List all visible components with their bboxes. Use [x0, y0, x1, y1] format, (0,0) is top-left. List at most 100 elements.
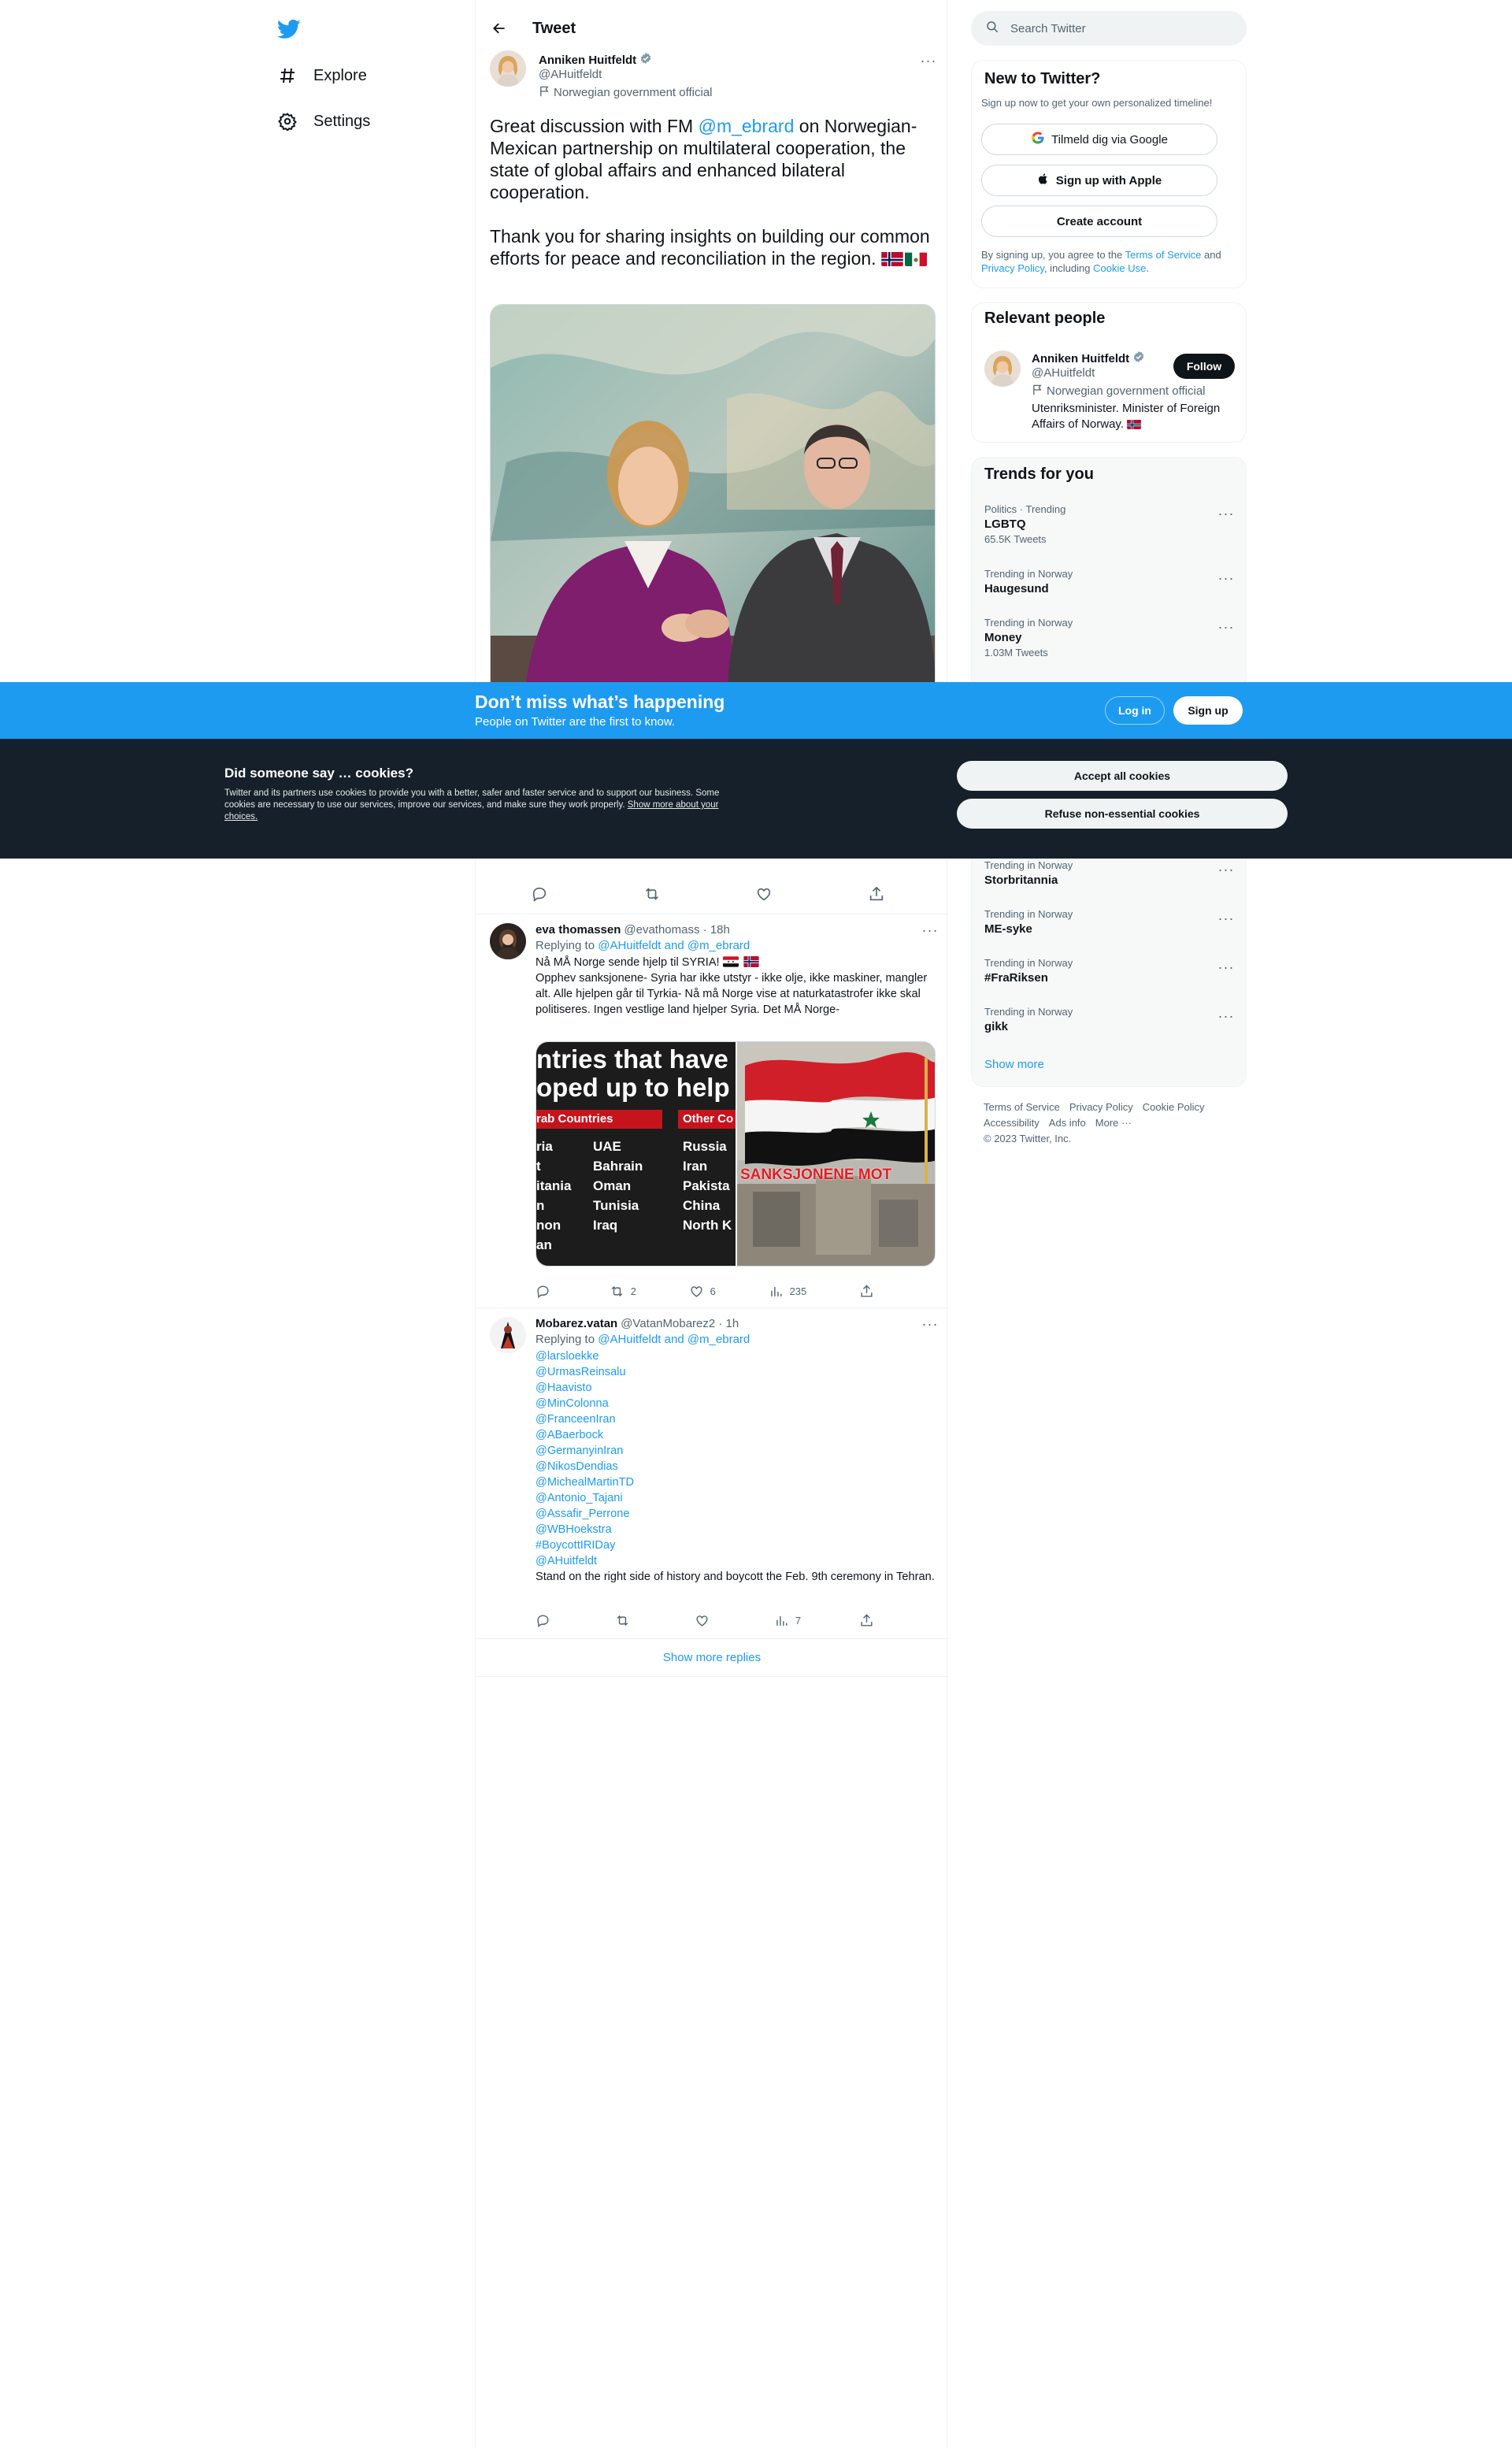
author-handle[interactable]: @AHuitfeldt: [539, 68, 602, 81]
avatar[interactable]: [984, 351, 1021, 387]
more-options-icon[interactable]: ···: [1216, 859, 1236, 880]
views-button[interactable]: 235: [769, 1282, 806, 1300]
media-cell: ria: [536, 1139, 553, 1154]
avatar[interactable]: [490, 1317, 526, 1353]
twitter-logo-icon[interactable]: [276, 17, 306, 41]
footer-ads-link[interactable]: Ads info: [1049, 1115, 1086, 1131]
tweet-photo[interactable]: [490, 304, 936, 714]
follow-button[interactable]: Follow: [1173, 354, 1235, 379]
login-button[interactable]: Log in: [1105, 696, 1165, 725]
retweet-button[interactable]: [643, 885, 661, 903]
like-button[interactable]: [695, 1612, 716, 1629]
reply-meta: @VatanMobarez2 · 1h: [621, 1317, 739, 1330]
more-options-icon[interactable]: ···: [1216, 503, 1236, 524]
reply-button[interactable]: [536, 1282, 557, 1300]
create-account-button[interactable]: Create account: [981, 206, 1217, 237]
mention-link[interactable]: @ABaerbock: [536, 1427, 939, 1443]
like-button[interactable]: [755, 885, 773, 903]
mention-link[interactable]: @Antonio_Tajani: [536, 1490, 939, 1506]
reply-author-name[interactable]: Mobarez.vatan: [536, 1317, 617, 1330]
trend-item[interactable]: Trending in Norway Haugesund ···: [984, 568, 1236, 595]
signup-button[interactable]: Sign up: [1173, 696, 1243, 725]
trend-name: LGBTQ: [984, 517, 1026, 531]
cookie-title: Did someone say … cookies?: [224, 766, 413, 781]
mention-link[interactable]: @GermanyinIran: [536, 1443, 939, 1459]
reply-button[interactable]: [536, 1612, 557, 1629]
more-options-icon[interactable]: ···: [1216, 1006, 1236, 1026]
trend-item[interactable]: Trending in Norway gikk ···: [984, 1006, 1236, 1033]
mention-link[interactable]: @NikosDendias: [536, 1459, 939, 1474]
mention-link[interactable]: @UrmasReinsalu: [536, 1364, 939, 1380]
trends-title: Trends for you: [984, 465, 1094, 483]
mention-link[interactable]: @FranceenIran: [536, 1411, 939, 1427]
replying-to-link[interactable]: @AHuitfeldt and @m_ebrard: [598, 939, 750, 952]
trend-item[interactable]: Trending in Norway Storbritannia ···: [984, 859, 1236, 887]
more-options-icon[interactable]: ···: [1216, 908, 1236, 929]
trend-item[interactable]: Trending in Norway ME-syke ···: [984, 908, 1236, 936]
trend-item[interactable]: Politics · Trending LGBTQ 65.5K Tweets ·…: [984, 503, 1236, 545]
back-arrow-icon[interactable]: [485, 14, 513, 43]
more-options-icon[interactable]: ···: [1216, 957, 1236, 977]
google-signup-button[interactable]: Tilmeld dig via Google: [981, 124, 1217, 155]
footer-terms-link[interactable]: Terms of Service: [984, 1100, 1060, 1115]
more-options-icon[interactable]: ···: [1216, 617, 1236, 637]
footer-privacy-link[interactable]: Privacy Policy: [1069, 1100, 1133, 1115]
avatar[interactable]: [490, 923, 526, 959]
nav-settings[interactable]: Settings: [277, 106, 370, 137]
hashtag-link[interactable]: #BoycottIRIDay: [536, 1537, 939, 1553]
trend-item[interactable]: Trending in Norway Money 1.03M Tweets ··…: [984, 617, 1236, 658]
tweet-text-part: Thank you for sharing insights on buildi…: [490, 226, 930, 269]
relevant-person-name[interactable]: Anniken Huitfeldt: [1032, 351, 1145, 366]
footer-cookie-link[interactable]: Cookie Policy: [1143, 1100, 1205, 1115]
media-headline: ntries that have oped up to help S: [536, 1045, 736, 1102]
apple-signup-button[interactable]: Sign up with Apple: [981, 165, 1217, 196]
reply-author-name[interactable]: eva thomassen: [536, 923, 621, 937]
nav-explore[interactable]: Explore: [277, 60, 367, 91]
mention-link[interactable]: @Haavisto: [536, 1380, 939, 1396]
trend-item[interactable]: Trending in Norway #FraRiksen ···: [984, 957, 1236, 985]
mention-link[interactable]: @WBHoekstra: [536, 1522, 939, 1537]
accept-cookies-button[interactable]: Accept all cookies: [957, 761, 1288, 791]
author-name-text: Anniken Huitfeldt: [539, 53, 637, 67]
show-more-trends-link[interactable]: Show more: [984, 1058, 1044, 1071]
more-options-icon[interactable]: ···: [1216, 568, 1236, 588]
like-button[interactable]: 6: [689, 1282, 716, 1300]
search-input[interactable]: [1010, 21, 1223, 35]
share-button[interactable]: [868, 885, 885, 903]
reply-button[interactable]: [531, 885, 548, 903]
flag-icon: [539, 85, 550, 100]
share-button[interactable]: [859, 1282, 874, 1300]
refuse-cookies-button[interactable]: Refuse non-essential cookies: [957, 799, 1288, 829]
relevant-person-handle[interactable]: @AHuitfeldt: [1032, 366, 1095, 380]
relevant-person-bio: Utenriksminister. Minister of Foreign Af…: [1032, 401, 1238, 432]
mention-link[interactable]: @MichealMartinTD: [536, 1474, 939, 1490]
views-button[interactable]: 7: [774, 1612, 801, 1629]
author-name[interactable]: Anniken Huitfeldt: [539, 52, 652, 68]
trend-name: gikk: [984, 1020, 1009, 1033]
avatar[interactable]: [490, 50, 526, 87]
mention-link[interactable]: @AHuitfeldt: [536, 1553, 939, 1569]
retweet-button[interactable]: [615, 1612, 636, 1629]
reply-media[interactable]: ntries that have oped up to help S rab C…: [536, 1041, 936, 1267]
privacy-link[interactable]: Privacy Policy: [981, 262, 1044, 274]
mention-link[interactable]: @m_ebrard: [699, 116, 795, 136]
terms-link[interactable]: Terms of Service: [1125, 249, 1202, 261]
mention-link[interactable]: @Assafir_Perrone: [536, 1506, 939, 1522]
reply-tweet[interactable]: eva thomassen @evathomass · 18h ··· Repl…: [476, 914, 948, 1307]
footer-accessibility-link[interactable]: Accessibility: [984, 1115, 1040, 1131]
footer-links: Terms of Service Privacy Policy Cookie Pol…: [984, 1100, 1243, 1147]
replying-to-link[interactable]: @AHuitfeldt and @m_ebrard: [598, 1333, 750, 1346]
more-options-icon[interactable]: ···: [920, 920, 940, 940]
reply-tweet[interactable]: Mobarez.vatan @VatanMobarez2 · 1h ··· Re…: [476, 1307, 948, 1638]
retweet-icon: [611, 1285, 623, 1296]
more-options-icon[interactable]: ···: [918, 50, 939, 71]
more-options-icon[interactable]: ···: [920, 1314, 940, 1334]
retweet-button[interactable]: 2: [610, 1282, 636, 1300]
show-more-replies-button[interactable]: Show more replies: [476, 1640, 948, 1675]
footer-more-link[interactable]: More ···: [1095, 1115, 1132, 1131]
mention-link[interactable]: @MinColonna: [536, 1396, 939, 1411]
search-box[interactable]: [971, 11, 1247, 46]
mention-link[interactable]: @larsloekke: [536, 1348, 939, 1364]
share-button[interactable]: [859, 1612, 874, 1629]
cookie-use-link[interactable]: Cookie Use: [1093, 262, 1146, 274]
